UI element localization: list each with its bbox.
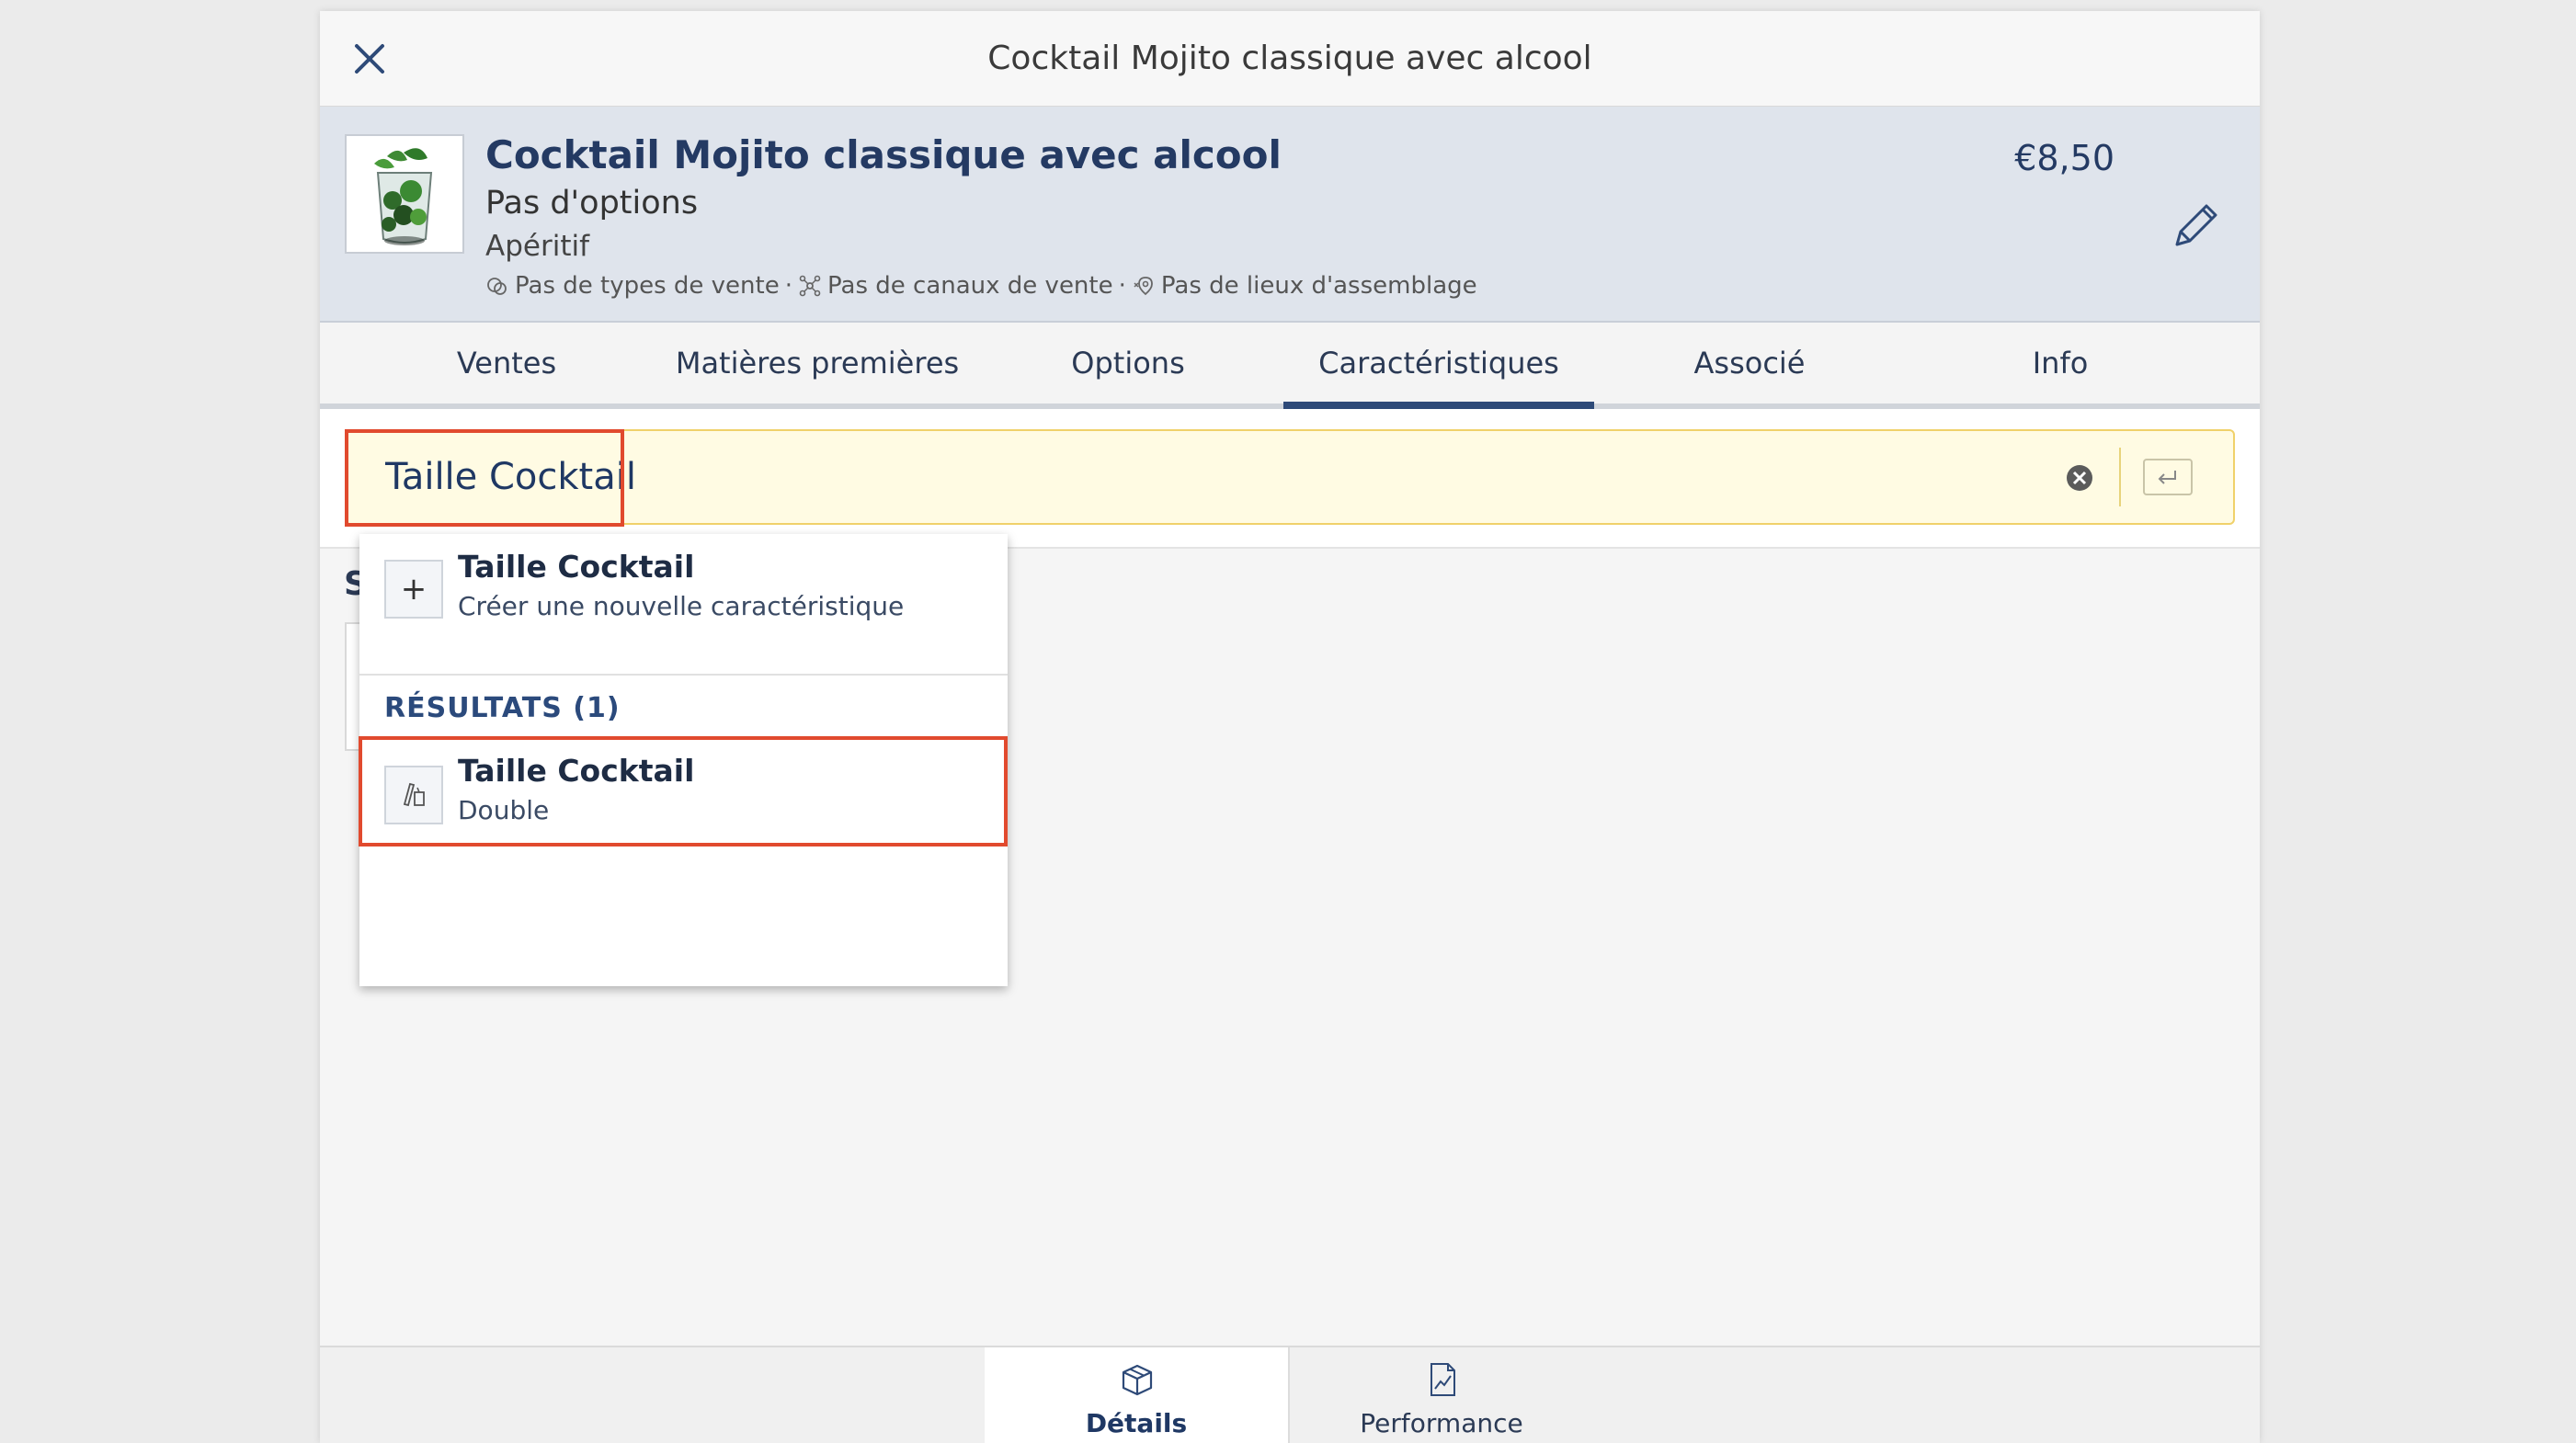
edit-product-button[interactable] [2166, 197, 2225, 256]
box-icon [1122, 1364, 1153, 1396]
dropdown-divider [359, 674, 1008, 676]
create-option-subtitle: Créer une nouvelle caractéristique [458, 591, 905, 621]
search-bar [345, 429, 2235, 525]
modal-title: Cocktail Mojito classique avec alcool [987, 40, 1592, 77]
meta-sale-types: Pas de types de vente [515, 272, 780, 300]
clear-search-button[interactable] [2064, 462, 2095, 494]
tab-matieres-premieres[interactable]: Matières premières [662, 323, 973, 403]
assembly-place-icon [1134, 277, 1153, 296]
nav-details-label: Détails [1085, 1408, 1188, 1438]
meta-sale-channels: Pas de canaux de vente [827, 272, 1113, 300]
tab-bar: Ventes Matières premières Options Caract… [320, 323, 2260, 409]
product-options: Pas d'options [485, 185, 699, 222]
meta-separator: · [784, 272, 792, 300]
nav-performance-label: Performance [1360, 1408, 1523, 1438]
tab-info[interactable]: Info [1905, 323, 2216, 403]
pencil-icon [2175, 204, 2217, 246]
product-category: Apéritif [485, 230, 589, 263]
submit-search-button[interactable] [2143, 459, 2193, 495]
modal-titlebar: Cocktail Mojito classique avec alcool [320, 11, 2260, 107]
result-subtitle: Double [458, 795, 550, 825]
plus-icon: + [384, 560, 443, 619]
result-title: Taille Cocktail [458, 753, 695, 789]
chart-document-icon [1430, 1363, 1455, 1396]
product-name: Cocktail Mojito classique avec alcool [485, 132, 1282, 177]
sale-types-icon [487, 278, 507, 295]
mojito-glass-icon [347, 136, 462, 252]
meta-separator: · [1118, 272, 1126, 300]
close-icon [355, 44, 384, 74]
tab-associe[interactable]: Associé [1594, 323, 1905, 403]
bottom-navigation: Détails Performance [320, 1346, 2260, 1443]
product-price: €8,50 [2014, 138, 2114, 178]
tab-caracteristiques[interactable]: Caractéristiques [1283, 323, 1594, 409]
meta-assembly-places: Pas de lieux d'assemblage [1160, 272, 1477, 300]
tab-options[interactable]: Options [973, 323, 1283, 403]
product-header: Cocktail Mojito classique avec alcool Pa… [320, 107, 2260, 323]
create-option-title: Taille Cocktail [458, 549, 695, 585]
nav-performance[interactable]: Performance [1290, 1347, 1593, 1443]
product-meta: Pas de types de vente · Pas de canaux de… [485, 272, 1477, 300]
result-item[interactable]: Taille Cocktail Double [359, 740, 1008, 850]
enter-return-icon [2158, 471, 2176, 484]
create-characteristic-option[interactable]: + Taille Cocktail Créer une nouvelle car… [359, 534, 1008, 674]
tab-ventes[interactable]: Ventes [351, 323, 662, 403]
nav-details[interactable]: Détails [985, 1347, 1288, 1443]
search-input[interactable] [347, 431, 2093, 523]
product-thumbnail[interactable] [345, 134, 464, 254]
clear-circle-icon [2067, 465, 2092, 491]
autocomplete-dropdown: + Taille Cocktail Créer une nouvelle car… [359, 534, 1008, 986]
results-header: RÉSULTATS (1) [384, 692, 621, 724]
close-button[interactable] [348, 37, 392, 81]
sale-channels-icon [799, 275, 821, 297]
bottle-glass-icon [384, 766, 443, 824]
search-divider [2119, 448, 2121, 506]
